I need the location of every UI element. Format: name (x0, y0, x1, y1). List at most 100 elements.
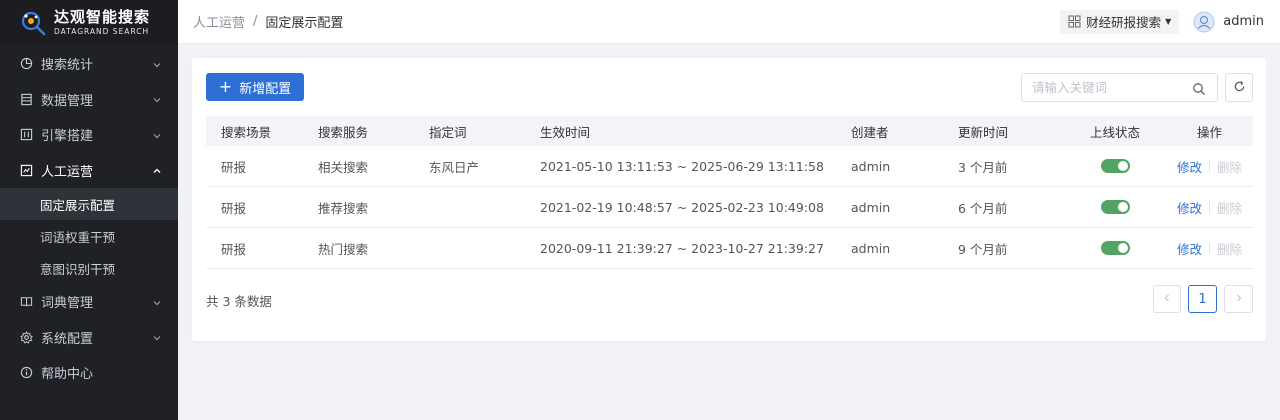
top-header: 人工运营 / 固定展示配置 财经研报搜索 ▼ admin (178, 0, 1280, 44)
cell-scene: 研报 (221, 200, 247, 216)
info-icon (19, 366, 33, 380)
edit-link[interactable]: 修改 (1177, 198, 1202, 217)
add-config-label: 新增配置 (239, 81, 292, 97)
cell-period: 2020-09-11 21:39:27 ~ 2023-10-27 21:39:2… (540, 240, 824, 256)
chevron-down-icon (152, 332, 162, 342)
cell-scene: 研报 (221, 241, 247, 257)
edit-link[interactable]: 修改 (1177, 239, 1202, 258)
app-switch-label: 财经研报搜索 (1086, 15, 1162, 30)
sidebar-item-engine-build[interactable]: 引擎搭建 (0, 117, 178, 153)
divider (1209, 201, 1210, 213)
sidebar-item-label: 词典管理 (41, 296, 94, 312)
config-card: + 新增配置 搜索场景 搜索服务 指定词 生效时间 创建者 更新时间 上线状态 … (192, 58, 1266, 341)
delete-link[interactable]: 删除 (1217, 157, 1242, 176)
cell-period: 2021-05-10 13:11:53 ~ 2025-06-29 13:11:5… (540, 158, 824, 174)
sidebar-menu: 搜索统计 数据管理 引擎搭建 人工运营 固定展示配置 词语权重干预 意图识别干预… (0, 45, 178, 391)
sidebar-item-search-stats[interactable]: 搜索统计 (0, 46, 178, 82)
divider (1209, 160, 1210, 172)
cell-updated: 9 个月前 (958, 241, 1008, 257)
brand-title: 达观智能搜索 (54, 7, 151, 26)
cell-scene: 研报 (221, 159, 247, 175)
sidebar-subitem-term-weight[interactable]: 词语权重干预 (0, 220, 178, 252)
config-table: 搜索场景 搜索服务 指定词 生效时间 创建者 更新时间 上线状态 操作 研报 相… (206, 116, 1253, 269)
chevron-down-icon (152, 297, 162, 307)
cell-creator: admin (851, 199, 891, 215)
sidebar-item-label: 引擎搭建 (41, 129, 94, 145)
operation-icon (19, 163, 33, 177)
grid-icon (1068, 15, 1081, 28)
table-header: 搜索场景 搜索服务 指定词 生效时间 创建者 更新时间 上线状态 操作 (206, 116, 1253, 146)
caret-down-icon: ▼ (1165, 17, 1172, 26)
refresh-icon (1233, 78, 1246, 97)
cell-service: 推荐搜索 (318, 200, 369, 216)
column-header: 生效时间 (540, 124, 591, 140)
plus-icon: + (218, 77, 233, 96)
sidebar-item-dictionary[interactable]: 词典管理 (0, 284, 178, 320)
app-switch-dropdown[interactable]: 财经研报搜索 ▼ (1060, 9, 1180, 34)
delete-link[interactable]: 删除 (1217, 239, 1242, 258)
sidebar-subitem-fixed-display[interactable]: 固定展示配置 (0, 188, 178, 220)
delete-link[interactable]: 删除 (1217, 198, 1242, 217)
sidebar-item-label: 人工运营 (41, 164, 94, 180)
gear-icon (19, 330, 33, 344)
brand-subtitle: DATAGRAND SEARCH (54, 26, 150, 36)
search-input[interactable] (1032, 80, 1192, 95)
column-header: 搜索服务 (318, 124, 369, 140)
search-box (1021, 73, 1218, 102)
sidebar-subitem-intent-recognition[interactable]: 意图识别干预 (0, 252, 178, 284)
sidebar-item-data-management[interactable]: 数据管理 (0, 82, 178, 118)
sidebar-item-label: 搜索统计 (41, 58, 94, 74)
database-icon (19, 92, 33, 106)
search-icon[interactable] (1192, 81, 1206, 95)
logo-mark-icon (18, 8, 48, 38)
column-header: 创建者 (851, 124, 889, 140)
chevron-right-icon (1234, 292, 1244, 307)
chevron-left-icon (1162, 292, 1172, 307)
chevron-down-icon (152, 130, 162, 140)
build-icon (19, 128, 33, 142)
cell-word: 东风日产 (429, 159, 480, 175)
column-header: 上线状态 (1089, 124, 1140, 140)
breadcrumb-parent[interactable]: 人工运营 (193, 12, 245, 31)
sidebar-item-label: 数据管理 (41, 93, 94, 109)
table-row: 研报 热门搜索 2020-09-11 21:39:27 ~ 2023-10-27… (206, 228, 1253, 269)
cell-period: 2021-02-19 10:48:57 ~ 2025-02-23 10:49:0… (540, 199, 824, 215)
sidebar-item-help-center[interactable]: 帮助中心 (0, 355, 178, 391)
breadcrumb-current: 固定展示配置 (265, 16, 344, 31)
chevron-up-icon (152, 165, 162, 175)
prev-page-button[interactable] (1153, 285, 1181, 313)
column-header: 搜索场景 (221, 124, 272, 140)
column-header: 更新时间 (958, 124, 1009, 140)
avatar[interactable] (1193, 11, 1215, 33)
refresh-button[interactable] (1225, 73, 1253, 102)
online-toggle[interactable] (1100, 200, 1130, 214)
table-row: 研报 相关搜索 东风日产 2021-05-10 13:11:53 ~ 2025-… (206, 146, 1253, 187)
cell-updated: 3 个月前 (958, 159, 1008, 175)
column-header: 指定词 (429, 124, 467, 140)
cell-updated: 6 个月前 (958, 200, 1008, 216)
cell-creator: admin (851, 158, 891, 174)
total-count: 共 3 条数据 (206, 294, 272, 309)
sidebar-item-label: 帮助中心 (41, 367, 94, 383)
breadcrumb-separator: / (253, 14, 258, 29)
book-icon (19, 295, 33, 309)
chevron-down-icon (152, 59, 162, 69)
next-page-button[interactable] (1224, 285, 1253, 313)
username[interactable]: admin (1223, 14, 1264, 29)
sidebar-item-label: 系统配置 (41, 331, 94, 347)
cell-creator: admin (851, 240, 891, 256)
logo[interactable]: 达观智能搜索 DATAGRAND SEARCH (0, 0, 178, 45)
online-toggle[interactable] (1100, 241, 1130, 255)
chevron-down-icon (152, 94, 162, 104)
column-header: 操作 (1196, 124, 1222, 140)
page-number-button[interactable]: 1 (1188, 285, 1217, 313)
sidebar: 达观智能搜索 DATAGRAND SEARCH 搜索统计 数据管理 引擎搭建 人… (0, 0, 178, 420)
sidebar-item-manual-operation[interactable]: 人工运营 (0, 153, 178, 189)
sidebar-item-system-config[interactable]: 系统配置 (0, 320, 178, 356)
online-toggle[interactable] (1100, 159, 1130, 173)
edit-link[interactable]: 修改 (1177, 157, 1202, 176)
breadcrumb: 人工运营 / 固定展示配置 (193, 12, 343, 31)
add-config-button[interactable]: + 新增配置 (206, 73, 304, 101)
cell-service: 热门搜索 (318, 241, 369, 257)
cell-service: 相关搜索 (318, 159, 369, 175)
